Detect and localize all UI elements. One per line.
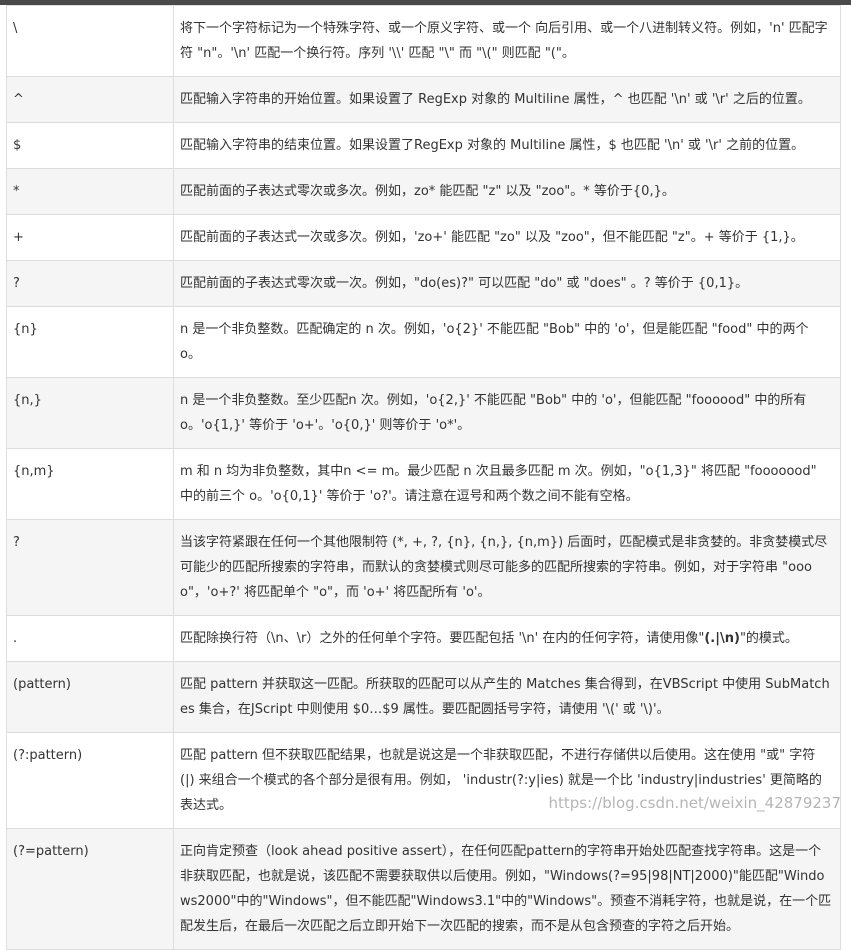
regex-char-cell: +: [6, 214, 174, 261]
table-row: + 匹配前面的子表达式一次或多次。例如，'zo+' 能匹配 "zo" 以及 "z…: [6, 214, 841, 261]
regex-description-cell: 将下一个字符标记为一个特殊字符、或一个原义字符、或一个 向后引用、或一个八进制转…: [173, 5, 841, 77]
regex-description-cell: 匹配 pattern 但不获取匹配结果，也就是说这是一个非获取匹配，不进行存储供…: [173, 732, 841, 829]
regex-char-cell: $: [6, 122, 174, 169]
table-row: {n,} n 是一个非负整数。至少匹配n 次。例如，'o{2,}' 不能匹配 "…: [6, 377, 841, 449]
regex-char-cell: \: [6, 5, 174, 77]
table-row: ? 当该字符紧跟在任何一个其他限制符 (*, +, ?, {n}, {n,}, …: [6, 519, 841, 616]
regex-char-cell: .: [6, 615, 174, 662]
regex-description-cell: n 是一个非负整数。匹配确定的 n 次。例如，'o{2}' 不能匹配 "Bob"…: [173, 306, 841, 378]
regex-description-cell: 匹配输入字符串的开始位置。如果设置了 RegExp 对象的 Multiline …: [173, 76, 841, 123]
regex-description-cell: 匹配前面的子表达式零次或一次。例如，"do(es)?" 可以匹配 "do" 或 …: [173, 260, 841, 307]
regex-description-cell: m 和 n 均为非负整数，其中n <= m。最少匹配 n 次且最多匹配 m 次。…: [173, 448, 841, 520]
regex-char-cell: (pattern): [6, 661, 174, 733]
regex-char-cell: {n}: [6, 306, 174, 378]
regex-description-cell: 正向肯定预查（look ahead positive assert），在任何匹配…: [173, 828, 841, 950]
table-row: (?:pattern) 匹配 pattern 但不获取匹配结果，也就是说这是一个…: [6, 732, 841, 829]
regex-char-cell: *: [6, 168, 174, 215]
table-row: ? 匹配前面的子表达式零次或一次。例如，"do(es)?" 可以匹配 "do" …: [6, 260, 841, 307]
table-row: {n,m} m 和 n 均为非负整数，其中n <= m。最少匹配 n 次且最多匹…: [6, 448, 841, 520]
table-row: (?=pattern) 正向肯定预查（look ahead positive a…: [6, 828, 841, 950]
regex-description-cell: 匹配前面的子表达式一次或多次。例如，'zo+' 能匹配 "zo" 以及 "zoo…: [173, 214, 841, 261]
table-row: . 匹配除换行符（\n、\r）之外的任何单个字符。要匹配包括 '\n' 在内的任…: [6, 615, 841, 662]
description-text: 匹配除换行符（\n、\r）之外的任何单个字符。要匹配包括 '\n' 在内的任何字…: [180, 631, 705, 646]
regex-description-cell: 匹配输入字符串的结束位置。如果设置了RegExp 对象的 Multiline 属…: [173, 122, 841, 169]
regex-char-cell: ^: [6, 76, 174, 123]
description-text-tail: "的模式。: [739, 631, 798, 646]
regex-char-cell: {n,}: [6, 377, 174, 449]
table-row: {n} n 是一个非负整数。匹配确定的 n 次。例如，'o{2}' 不能匹配 "…: [6, 306, 841, 378]
regex-description-cell: 匹配除换行符（\n、\r）之外的任何单个字符。要匹配包括 '\n' 在内的任何字…: [173, 615, 841, 662]
regex-char-cell: (?:pattern): [6, 732, 174, 829]
regex-char-cell: ?: [6, 519, 174, 616]
regex-char-cell: (?=pattern): [6, 828, 174, 950]
table-row: * 匹配前面的子表达式零次或多次。例如，zo* 能匹配 "z" 以及 "zoo"…: [6, 168, 841, 215]
regex-description-cell: 匹配前面的子表达式零次或多次。例如，zo* 能匹配 "z" 以及 "zoo"。*…: [173, 168, 841, 215]
table-row: $ 匹配输入字符串的结束位置。如果设置了RegExp 对象的 Multiline…: [6, 122, 841, 169]
regex-syntax-table: \ 将下一个字符标记为一个特殊字符、或一个原义字符、或一个 向后引用、或一个八进…: [6, 5, 841, 950]
regex-description-cell: n 是一个非负整数。至少匹配n 次。例如，'o{2,}' 不能匹配 "Bob" …: [173, 377, 841, 449]
table-row: \ 将下一个字符标记为一个特殊字符、或一个原义字符、或一个 向后引用、或一个八进…: [6, 5, 841, 77]
regex-char-cell: ?: [6, 260, 174, 307]
regex-char-cell: {n,m}: [6, 448, 174, 520]
regex-description-cell: 当该字符紧跟在任何一个其他限制符 (*, +, ?, {n}, {n,}, {n…: [173, 519, 841, 616]
table-row: ^ 匹配输入字符串的开始位置。如果设置了 RegExp 对象的 Multilin…: [6, 76, 841, 123]
regex-description-cell: 匹配 pattern 并获取这一匹配。所获取的匹配可以从产生的 Matches …: [173, 661, 841, 733]
table-row: (pattern) 匹配 pattern 并获取这一匹配。所获取的匹配可以从产生…: [6, 661, 841, 733]
description-bold-pattern: (.|\n): [704, 631, 740, 646]
